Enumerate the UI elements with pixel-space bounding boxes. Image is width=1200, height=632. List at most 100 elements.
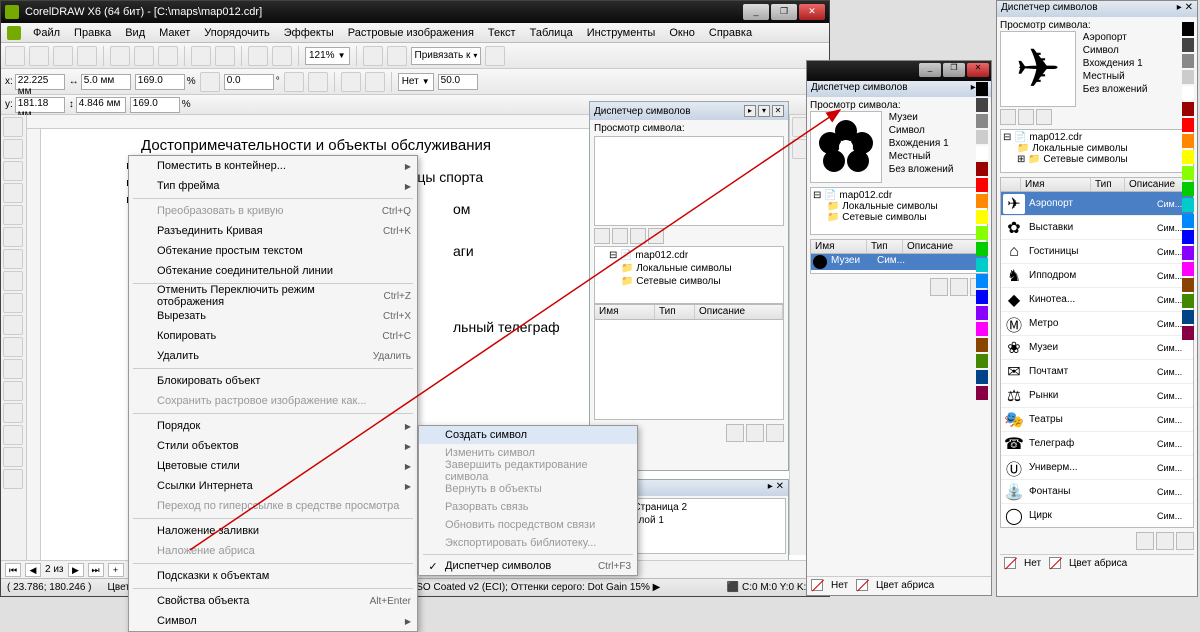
close-button[interactable]: ✕ — [967, 63, 989, 77]
menu-item[interactable]: Ссылки Интернета — [129, 476, 417, 496]
maximize-button[interactable]: ❐ — [771, 4, 797, 20]
menu-item[interactable]: УдалитьУдалить — [129, 346, 417, 366]
color-swatch[interactable] — [976, 322, 988, 336]
symbol-list-row[interactable]: ❀МузеиСим... — [1001, 336, 1193, 360]
outline-tool[interactable] — [3, 447, 23, 467]
close-button[interactable]: ✕ — [799, 4, 825, 20]
dimension-tool[interactable] — [3, 359, 23, 379]
menu-item[interactable]: Поместить в контейнер... — [129, 156, 417, 176]
freehand-tool[interactable] — [3, 205, 23, 225]
symbol-list-row[interactable]: Музеи Сим... — [811, 254, 987, 270]
col-desc[interactable]: Описание — [695, 305, 783, 319]
undo-button[interactable] — [191, 46, 211, 66]
menu-item[interactable]: Отменить Переключить режим отображенияCt… — [129, 286, 417, 306]
polygon-tool[interactable] — [3, 293, 23, 313]
vertical-ruler[interactable] — [27, 129, 41, 595]
publish-button[interactable] — [387, 46, 407, 66]
col-type[interactable]: Тип — [1091, 178, 1125, 191]
h-input[interactable]: 4.846 мм — [76, 97, 126, 113]
color-swatch[interactable] — [1182, 230, 1194, 244]
color-swatch[interactable] — [1182, 86, 1194, 100]
color-swatch[interactable] — [1182, 294, 1194, 308]
col-name[interactable]: Имя — [1021, 178, 1091, 191]
options-button[interactable] — [485, 46, 505, 66]
fill-tool[interactable] — [3, 469, 23, 489]
y-input[interactable]: 181.18 мм — [15, 97, 65, 113]
context-menu[interactable]: Поместить в контейнер...Тип фреймаПреобр… — [128, 155, 418, 632]
menu-item[interactable]: Обтекание соединительной линии — [129, 261, 417, 281]
align-button[interactable] — [341, 72, 361, 92]
docker-close-button[interactable]: ✕ — [1185, 2, 1193, 13]
menu-item[interactable]: ВырезатьCtrl+X — [129, 306, 417, 326]
symbol-list[interactable]: Музеи Сим... — [810, 254, 988, 274]
symbol-tree[interactable]: ⊟ 📄 map012.cdr 📁 Локальные символы ⊞ 📁 С… — [1000, 129, 1194, 173]
maximize-button[interactable]: ❐ — [943, 63, 965, 77]
color-swatch[interactable] — [1182, 182, 1194, 196]
paste-button[interactable] — [158, 46, 178, 66]
color-swatch[interactable] — [976, 194, 988, 208]
symbol-list[interactable] — [594, 320, 784, 420]
color-swatch[interactable] — [976, 146, 988, 160]
menu-item[interactable]: Тип фрейма — [129, 176, 417, 196]
docker-tool-button[interactable] — [1018, 109, 1034, 125]
order-button[interactable] — [365, 72, 385, 92]
smart-fill-tool[interactable] — [3, 227, 23, 247]
symbol-tree[interactable]: ⊟ 📄 map012.cdr 📁 Локальные символы 📁 Сет… — [810, 187, 988, 235]
color-swatch[interactable] — [976, 306, 988, 320]
menu-view[interactable]: Вид — [119, 25, 151, 41]
copy-button[interactable] — [134, 46, 154, 66]
docker-tool-button[interactable] — [1000, 109, 1016, 125]
color-swatch[interactable] — [976, 258, 988, 272]
crop-tool[interactable] — [3, 161, 23, 181]
symbol-list-row[interactable]: ⌂ГостиницыСим... — [1001, 240, 1193, 264]
color-swatch[interactable] — [1182, 70, 1194, 84]
docker-menu-button[interactable]: ▸ — [1177, 2, 1182, 13]
color-swatch[interactable] — [976, 274, 988, 288]
connector-tool[interactable] — [3, 381, 23, 401]
menu-text[interactable]: Текст — [482, 25, 522, 41]
menu-layout[interactable]: Макет — [153, 25, 196, 41]
menu-item[interactable]: Блокировать объект — [129, 371, 417, 391]
menu-tools[interactable]: Инструменты — [581, 25, 662, 41]
outline-width-input[interactable]: 50.0 — [438, 74, 478, 90]
docker-close-button[interactable]: ✕ — [776, 481, 784, 492]
color-swatch[interactable] — [976, 386, 988, 400]
color-swatch[interactable] — [1182, 246, 1194, 260]
menu-item[interactable]: ✓Диспетчер символовCtrl+F3 — [419, 557, 637, 575]
ellipse-tool[interactable] — [3, 271, 23, 291]
color-swatch[interactable] — [1182, 22, 1194, 36]
pick-tool[interactable] — [3, 117, 23, 137]
menu-item[interactable]: Порядок — [129, 416, 417, 436]
rot-input[interactable]: 0.0 — [224, 74, 274, 90]
docker-tool-button[interactable] — [648, 228, 664, 244]
interactive-tool[interactable] — [3, 403, 23, 423]
page-next-button[interactable]: ▶ — [68, 563, 84, 577]
menu-help[interactable]: Справка — [703, 25, 758, 41]
menu-item[interactable]: Подсказки к объектам — [129, 566, 417, 586]
menu-item[interactable]: Символ — [129, 611, 417, 631]
sx-input[interactable]: 169.0 — [135, 74, 185, 90]
zoom-combo[interactable]: 121%▼ — [305, 47, 350, 65]
edit-symbol-button[interactable] — [746, 424, 764, 442]
symbol-list-row[interactable]: ☎ТелеграфСим... — [1001, 432, 1193, 456]
color-swatch[interactable] — [1182, 118, 1194, 132]
page-first-button[interactable]: ⏮ — [5, 563, 21, 577]
color-swatch[interactable] — [976, 226, 988, 240]
print-button[interactable] — [77, 46, 97, 66]
color-swatch[interactable] — [1182, 278, 1194, 292]
docker-menu-button[interactable]: ▾ — [758, 105, 770, 117]
zoom-tool[interactable] — [3, 183, 23, 203]
color-swatch[interactable] — [976, 178, 988, 192]
color-swatch[interactable] — [976, 82, 988, 96]
color-swatch[interactable] — [1182, 214, 1194, 228]
docker-tool-button[interactable] — [630, 228, 646, 244]
symbol-list-row[interactable]: ✉ПочтамтСим... — [1001, 360, 1193, 384]
menu-item[interactable]: Разъединить КриваяCtrl+K — [129, 221, 417, 241]
color-swatch[interactable] — [976, 162, 988, 176]
minimize-button[interactable]: _ — [919, 63, 941, 77]
no-fill-swatch[interactable] — [811, 579, 823, 591]
menu-effects[interactable]: Эффекты — [278, 25, 340, 41]
x-input[interactable]: 22.225 мм — [15, 74, 65, 90]
docker-titlebar[interactable]: Диспетчер символов ▸ ✕ — [807, 81, 991, 97]
symbol-list-row[interactable]: ⛲ФонтаныСим... — [1001, 480, 1193, 504]
